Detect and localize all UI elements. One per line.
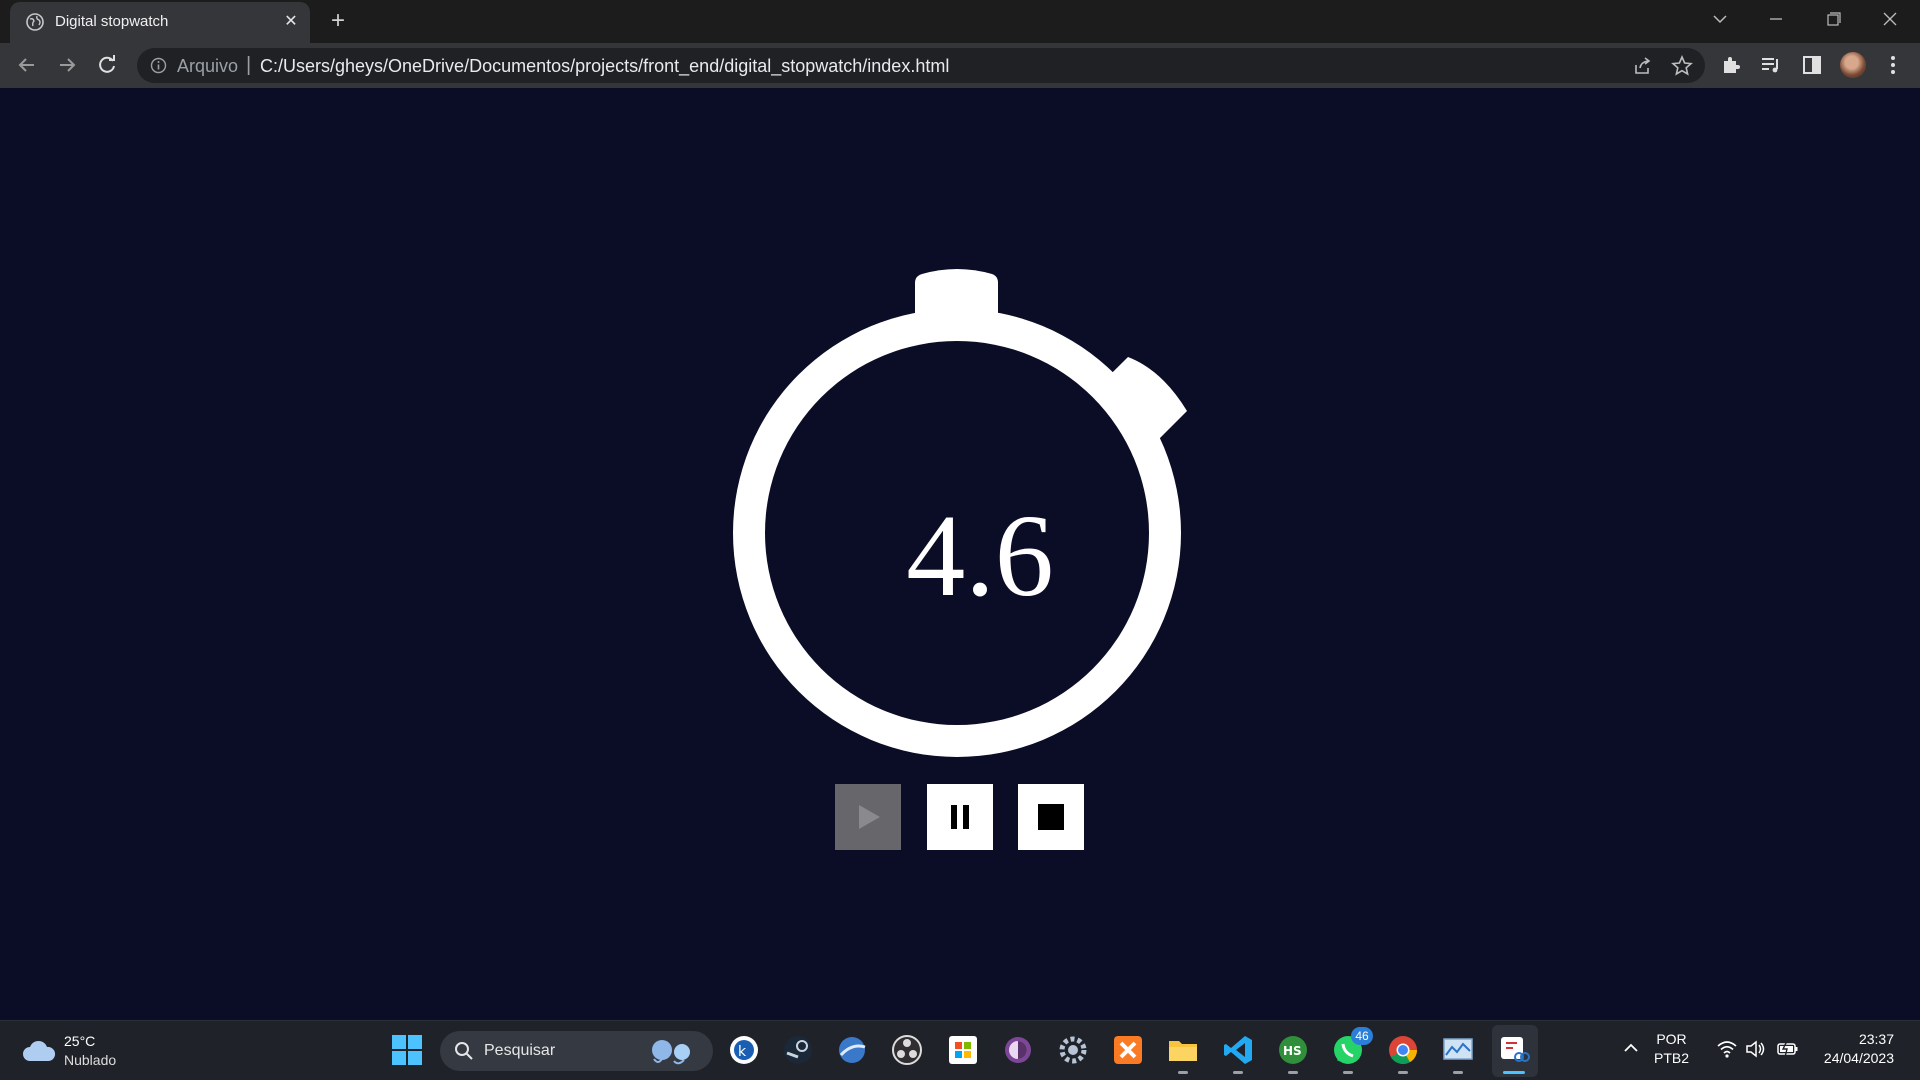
chrome-icon — [1389, 1036, 1417, 1064]
back-arrow-icon[interactable] — [12, 50, 42, 80]
running-indicator — [1288, 1071, 1298, 1074]
tab-search-chevron-icon[interactable] — [1700, 4, 1740, 34]
chrome-app[interactable] — [1386, 1033, 1420, 1074]
tab-close-icon[interactable]: ✕ — [280, 11, 302, 33]
minimize-icon[interactable] — [1756, 4, 1796, 34]
obs-app-icon[interactable] — [890, 1033, 924, 1067]
running-indicator — [1233, 1071, 1243, 1074]
running-indicator — [1453, 1071, 1463, 1074]
scheme-separator: | — [246, 54, 252, 76]
snipping-tool-app[interactable] — [1497, 1033, 1531, 1074]
tab-title: Digital stopwatch — [55, 13, 169, 30]
whatsapp-app[interactable]: 46 — [1331, 1027, 1373, 1074]
whatsapp-unread-badge: 46 — [1351, 1027, 1373, 1045]
stopwatch: 4.6 — [700, 228, 1220, 788]
stop-icon — [1038, 804, 1064, 830]
cloud-icon — [23, 1040, 56, 1061]
side-panel-icon[interactable] — [1799, 52, 1825, 78]
bookmark-star-icon[interactable] — [1670, 54, 1694, 78]
clock-time: 23:37 — [1858, 1031, 1894, 1047]
page-viewport: 4.6 — [0, 88, 1920, 1020]
running-indicator — [1398, 1071, 1408, 1074]
tor-browser-app-icon[interactable] — [1001, 1033, 1035, 1067]
chevron-up-icon[interactable] — [1622, 1039, 1640, 1057]
steam-app-icon[interactable] — [781, 1033, 815, 1067]
input-language[interactable]: POR PTB2 — [1654, 1030, 1689, 1068]
battery-charging-icon[interactable] — [1776, 1039, 1800, 1059]
stop-button[interactable] — [1018, 784, 1084, 850]
browser-tab-strip: Digital stopwatch ✕ + — [0, 0, 1920, 43]
system-clock[interactable]: 23:37 24/04/2023 — [1808, 1030, 1894, 1068]
weather-temperature: 25°C — [64, 1033, 96, 1049]
close-window-icon[interactable] — [1870, 4, 1910, 34]
vscode-app[interactable] — [1221, 1033, 1255, 1074]
xampp-app-icon[interactable] — [1111, 1033, 1145, 1067]
vscode-icon — [1224, 1036, 1252, 1064]
search-placeholder: Pesquisar — [484, 1042, 556, 1059]
active-indicator — [1503, 1071, 1525, 1074]
play-icon — [859, 805, 880, 829]
ms-store-app-icon[interactable] — [946, 1033, 980, 1067]
pause-button[interactable] — [927, 784, 993, 850]
snipping-tool-icon — [1501, 1037, 1530, 1062]
info-icon[interactable] — [150, 57, 167, 74]
language-code: POR — [1656, 1031, 1687, 1047]
kebab-menu-icon[interactable] — [1880, 52, 1906, 78]
svg-text:HS: HS — [1283, 1044, 1302, 1058]
share-icon[interactable] — [1631, 54, 1655, 78]
wifi-icon[interactable] — [1716, 1039, 1738, 1059]
taskbar-search[interactable]: Pesquisar — [440, 1031, 713, 1071]
extensions-puzzle-icon[interactable] — [1718, 52, 1744, 78]
svg-text:k: k — [738, 1044, 747, 1060]
weather-condition: Nublado — [64, 1052, 117, 1068]
folder-icon — [1169, 1041, 1197, 1061]
globe-icon — [26, 13, 44, 31]
profile-avatar[interactable] — [1840, 52, 1866, 78]
tab-digital-stopwatch[interactable]: Digital stopwatch ✕ — [10, 2, 310, 43]
search-icon — [455, 1042, 473, 1060]
new-tab-button[interactable]: + — [324, 8, 352, 36]
running-indicator — [1178, 1071, 1188, 1074]
running-indicator — [1343, 1071, 1353, 1074]
clock-date: 24/04/2023 — [1823, 1050, 1894, 1066]
kaspersky-app-icon[interactable]: k — [727, 1033, 761, 1067]
start-button[interactable] — [835, 784, 901, 850]
search-highlight-icon — [652, 1040, 690, 1065]
media-queue-icon[interactable] — [1758, 52, 1784, 78]
settings-gear-app-icon[interactable] — [1056, 1033, 1090, 1067]
restore-icon[interactable] — [1813, 4, 1853, 34]
browser-toolbar: Arquivo | C:/Users/gheys/OneDrive/Docume… — [0, 43, 1920, 88]
reload-icon[interactable] — [92, 50, 122, 80]
hs-icon: HS — [1279, 1036, 1307, 1064]
windows-start-icon[interactable] — [390, 1033, 424, 1067]
taskbar: 25°C Nublado Pesquisar k HS 46 POR PTB2 … — [0, 1020, 1920, 1080]
monitor-chart-icon — [1443, 1038, 1473, 1060]
file-explorer-app[interactable] — [1166, 1033, 1200, 1074]
scheme-label: Arquivo — [177, 56, 239, 76]
volume-icon[interactable] — [1745, 1039, 1767, 1059]
elapsed-time-display: 4.6 — [906, 490, 1054, 621]
browser-blue-app-icon[interactable] — [835, 1033, 869, 1067]
resource-monitor-app[interactable] — [1441, 1033, 1475, 1074]
hs-app[interactable]: HS — [1276, 1033, 1310, 1074]
url-text[interactable]: C:/Users/gheys/OneDrive/Documentos/proje… — [260, 56, 949, 77]
weather-widget[interactable]: 25°C Nublado — [22, 1029, 142, 1073]
pause-icon — [951, 805, 969, 829]
address-bar[interactable]: Arquivo | C:/Users/gheys/OneDrive/Docume… — [137, 48, 1705, 83]
forward-arrow-icon[interactable] — [52, 50, 82, 80]
keyboard-layout: PTB2 — [1654, 1050, 1690, 1066]
